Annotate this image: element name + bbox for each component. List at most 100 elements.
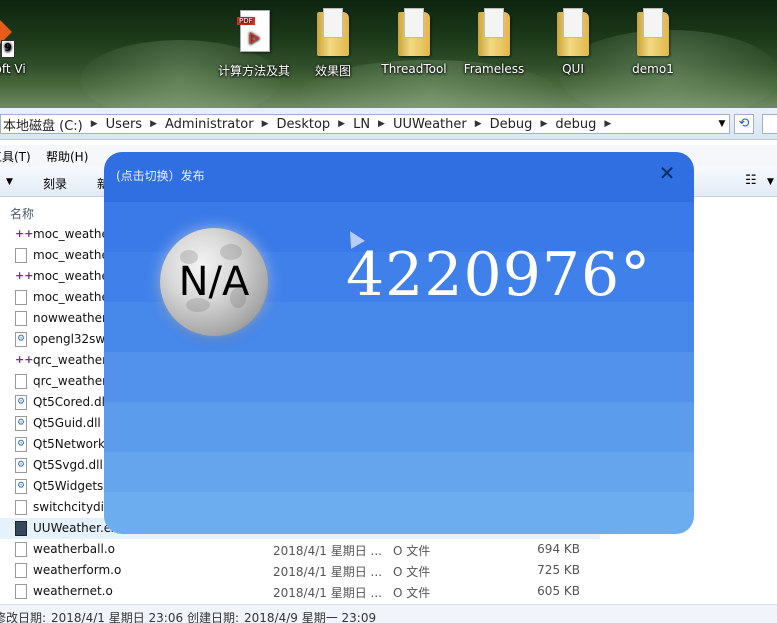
cpp-file-icon: ++ bbox=[15, 269, 34, 282]
file-icon bbox=[15, 584, 27, 599]
explorer-address-bar: 本地磁盘 (C:) ▶ Users ▶ Administrator ▶ Desktop… bbox=[0, 108, 777, 140]
file-size: 694 KB bbox=[537, 542, 580, 556]
file-size: 605 KB bbox=[537, 584, 580, 598]
file-date: 2018/4/1 星期日 ... bbox=[273, 544, 382, 558]
desktop-icon-label: QUI bbox=[562, 62, 584, 76]
modified-value: 2018/4/1 星期日 23:06 bbox=[51, 611, 184, 623]
chevron-down-icon[interactable]: ▼ bbox=[767, 177, 774, 187]
file-date: 2018/4/1 星期日 ... bbox=[273, 586, 382, 600]
file-name: moc_weathe bbox=[33, 227, 109, 241]
dll-file-icon: ⚙ bbox=[15, 437, 27, 452]
file-name: Qt5Cored.dl bbox=[33, 395, 105, 409]
breadcrumb-item[interactable]: Users bbox=[104, 117, 144, 132]
visual-studio-icon: 9 bbox=[0, 15, 17, 60]
switch-city-link[interactable]: (点击切换）发布 bbox=[116, 167, 205, 184]
file-icon bbox=[15, 290, 27, 305]
menu-help[interactable]: 帮助(H) bbox=[46, 148, 88, 165]
chevron-right-icon: ▶ bbox=[378, 119, 385, 129]
dll-file-icon: ⚙ bbox=[15, 395, 27, 410]
file-name: Qt5Network bbox=[33, 437, 105, 451]
column-header-name[interactable]: 名称 bbox=[10, 205, 34, 222]
breadcrumb-item[interactable]: UUWeather bbox=[391, 117, 469, 132]
desktop-icon-label: demo1 bbox=[632, 62, 674, 76]
file-name: weathernet.o bbox=[33, 584, 113, 598]
menu-tools[interactable]: 工具(T) bbox=[0, 148, 31, 165]
refresh-icon[interactable]: ⟲ bbox=[734, 114, 754, 134]
search-box[interactable] bbox=[762, 114, 777, 134]
breadcrumb-item[interactable]: Administrator bbox=[163, 117, 256, 132]
file-name: nowweather bbox=[33, 311, 107, 325]
breadcrumb-item[interactable]: LN bbox=[351, 117, 372, 132]
desktop-icon-label: Frameless bbox=[463, 62, 525, 76]
file-icon bbox=[15, 311, 27, 326]
cpp-file-icon: ++ bbox=[15, 227, 34, 240]
chevron-right-icon: ▶ bbox=[540, 119, 548, 129]
file-name: moc_weathe bbox=[33, 290, 109, 304]
chevron-right-icon: ▶ bbox=[604, 119, 612, 129]
file-size: 725 KB bbox=[537, 563, 580, 577]
file-name: qrc_weather bbox=[33, 353, 108, 367]
explorer-empty-area bbox=[694, 197, 777, 604]
chevron-down-icon[interactable]: ▼ bbox=[714, 115, 730, 133]
file-name: Qt5Guid.dll bbox=[33, 416, 101, 430]
chevron-down-icon[interactable]: ▼ bbox=[6, 177, 13, 187]
dll-file-icon: ⚙ bbox=[15, 332, 27, 347]
file-icon bbox=[15, 248, 27, 263]
dll-file-icon: ⚙ bbox=[15, 416, 27, 431]
desktop-background: 9 rosoft Vi PDFᐈ 计算方法及其 效果图 ThreadTool F… bbox=[0, 0, 777, 108]
file-name: moc_weathe bbox=[33, 248, 109, 262]
breadcrumb[interactable]: 本地磁盘 (C:) ▶ Users ▶ Administrator ▶ Desktop… bbox=[0, 114, 730, 134]
breadcrumb-item[interactable]: Debug bbox=[488, 117, 535, 132]
folder-icon bbox=[398, 8, 430, 56]
desktop-icon-pdf[interactable]: PDF ᐈ 计算方法及其 bbox=[213, 8, 295, 79]
file-name: Qt5Svgd.dll bbox=[33, 458, 103, 472]
file-type: O 文件 bbox=[393, 586, 431, 600]
file-name: opengl32sw bbox=[33, 332, 106, 346]
file-name: Qt5Widgets bbox=[33, 479, 104, 493]
dll-file-icon: ⚙ bbox=[15, 479, 27, 494]
breadcrumb-item[interactable]: Desktop bbox=[275, 117, 333, 132]
list-item[interactable]: weathernet.o 2018/4/1 星期日 ... O 文件 605 KB bbox=[0, 581, 600, 602]
file-name: moc_weathe bbox=[33, 269, 109, 283]
file-icon bbox=[15, 563, 27, 578]
desktop-icon-folder-effects[interactable]: 效果图 bbox=[292, 8, 374, 79]
close-icon[interactable]: ✕ bbox=[656, 162, 678, 184]
explorer-status-bar: 修改日期: 2018/4/1 星期日 23:06 创建日期: 2018/4/9 … bbox=[0, 604, 777, 623]
view-options-icon[interactable]: ☷ bbox=[745, 173, 757, 188]
chevron-right-icon: ▶ bbox=[90, 119, 98, 129]
file-icon bbox=[15, 374, 27, 389]
dll-file-icon: ⚙ bbox=[15, 458, 27, 473]
desktop-icon-folder-frameless[interactable]: Frameless bbox=[453, 8, 535, 76]
list-item[interactable]: weatherball.o 2018/4/1 星期日 ... O 文件 694 KB bbox=[0, 539, 600, 560]
weather-ball-label: N/A bbox=[178, 259, 250, 305]
temperature-value: 4220976° bbox=[346, 240, 652, 310]
burn-button[interactable]: 刻录 bbox=[43, 175, 67, 192]
file-type: O 文件 bbox=[393, 544, 431, 558]
file-name: qrc_weather bbox=[33, 374, 108, 388]
folder-icon bbox=[637, 8, 669, 56]
folder-icon bbox=[478, 8, 510, 56]
chevron-right-icon: ▶ bbox=[261, 119, 269, 129]
created-label: 创建日期: bbox=[187, 611, 240, 623]
file-icon bbox=[15, 500, 27, 515]
desktop-icon-folder-threadtool[interactable]: ThreadTool bbox=[373, 8, 455, 76]
weather-ball[interactable]: N/A bbox=[160, 228, 268, 336]
chevron-right-icon: ▶ bbox=[474, 119, 482, 129]
chevron-right-icon: ▶ bbox=[338, 119, 346, 129]
chevron-right-icon: ▶ bbox=[150, 119, 157, 129]
desktop-icon-label: ThreadTool bbox=[381, 62, 447, 76]
folder-icon bbox=[557, 8, 589, 56]
list-item[interactable]: weatherform.o 2018/4/1 星期日 ... O 文件 725 KB bbox=[0, 560, 600, 581]
pdf-file-icon: PDF ᐈ bbox=[237, 10, 270, 52]
modified-label: 修改日期: bbox=[0, 611, 47, 623]
file-name: weatherball.o bbox=[33, 542, 115, 556]
breadcrumb-item[interactable]: debug bbox=[553, 117, 598, 132]
desktop-icon-label: rosoft Vi bbox=[0, 62, 26, 76]
file-icon bbox=[15, 542, 27, 557]
desktop-icon-folder-demo1[interactable]: demo1 bbox=[612, 8, 694, 76]
desktop-icon-visual-studio[interactable]: 9 rosoft Vi bbox=[0, 8, 42, 76]
weather-widget[interactable]: (点击切换）发布 ✕ N/A 4220976° bbox=[104, 152, 694, 534]
desktop-icon-folder-qui[interactable]: QUI bbox=[532, 8, 614, 76]
breadcrumb-item[interactable]: 本地磁盘 (C:) bbox=[1, 115, 85, 134]
desktop-icon-label: 效果图 bbox=[314, 64, 351, 78]
